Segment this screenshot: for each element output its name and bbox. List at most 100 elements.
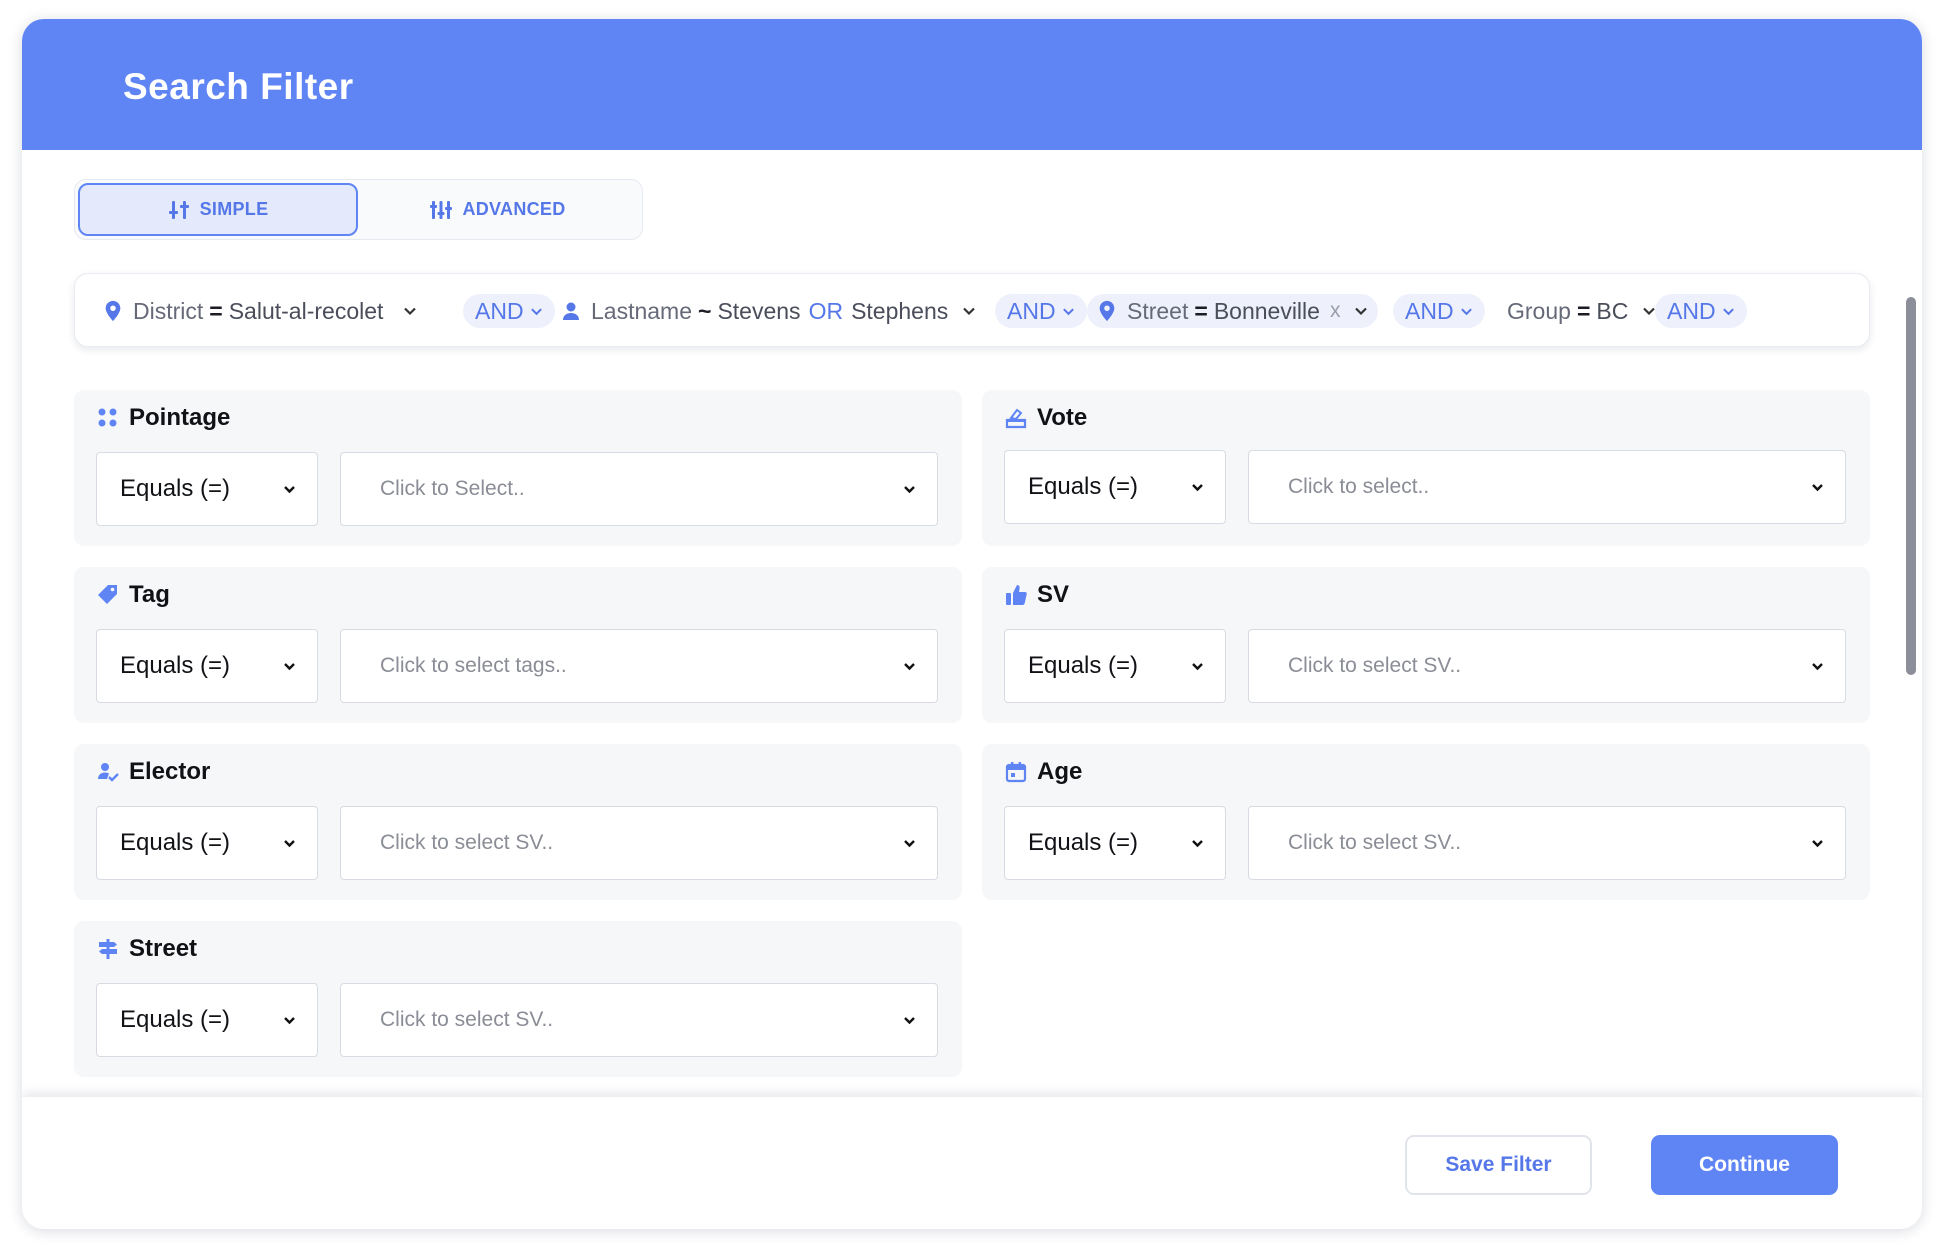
chevron-down-icon (1192, 663, 1203, 671)
signpost-icon (99, 939, 117, 959)
filter-header: Tag (97, 581, 170, 609)
tab-simple-label: SIMPLE (199, 199, 269, 219)
chevron-down-icon (530, 307, 542, 315)
chevron-down-icon (404, 307, 417, 316)
operator-value: Equals (=) (1028, 473, 1139, 500)
value-placeholder: Click to select SV.. (380, 1008, 554, 1031)
chevron-down-icon (904, 486, 915, 494)
chip-group-key: Group (1507, 297, 1571, 324)
operator-value: Equals (=) (120, 475, 231, 502)
chip-group[interactable]: Group = BC (1507, 274, 1656, 348)
chevron-down-icon (1812, 663, 1823, 671)
chip-lastname-op: ~ (698, 297, 712, 324)
filter-title: Street (129, 935, 198, 962)
chip-lastname-value-2: Stephens (851, 297, 949, 324)
value-select[interactable]: Click to select SV.. (340, 806, 938, 880)
chevron-down-icon (1722, 307, 1734, 315)
chevron-down-icon (1355, 307, 1368, 316)
filter-header: Pointage (97, 404, 230, 432)
operator-select[interactable]: Equals (=) (96, 983, 318, 1057)
filter-card-age: Age Equals (=) Click to select SV.. (982, 744, 1870, 900)
and-label: AND (1667, 297, 1716, 324)
chip-lastname-or: OR (808, 297, 844, 324)
operator-select[interactable]: Equals (=) (1004, 629, 1226, 703)
chevron-down-icon (1192, 484, 1203, 492)
value-select[interactable]: Click to select SV.. (340, 983, 938, 1057)
value-placeholder: Click to select tags.. (380, 654, 567, 677)
filter-title: Tag (129, 581, 170, 608)
filter-header: Age (1005, 758, 1082, 786)
tag-icon (98, 585, 117, 604)
active-filters-bar: District = Salut-al-recolet AND Lastname… (74, 273, 1870, 347)
filter-title: Vote (1037, 404, 1088, 431)
filter-card-pointage: Pointage Equals (=) Click to Select.. (74, 390, 962, 546)
value-select[interactable]: Click to select tags.. (340, 629, 938, 703)
save-filter-button[interactable]: Save Filter (1405, 1135, 1592, 1195)
tab-advanced-label: ADVANCED (462, 199, 566, 219)
operator-select[interactable]: Equals (=) (96, 629, 318, 703)
advanced-sliders-icon (430, 200, 453, 219)
tab-simple[interactable]: SIMPLE (78, 183, 358, 236)
chip-street-remove[interactable]: x (1330, 299, 1341, 323)
operator-select[interactable]: Equals (=) (1004, 450, 1226, 524)
value-select[interactable]: Click to Select.. (340, 452, 938, 526)
and-connector-3[interactable]: AND (1393, 294, 1485, 328)
filter-header: Vote (1005, 404, 1087, 432)
dots-grid-icon (98, 408, 117, 427)
value-placeholder: Click to Select.. (380, 477, 525, 500)
chip-district[interactable]: District = Salut-al-recolet (103, 274, 417, 348)
location-pin-icon (105, 300, 121, 322)
value-select[interactable]: Click to select SV.. (1248, 629, 1846, 703)
location-pin-icon (1099, 300, 1115, 322)
filter-header: Street (97, 935, 197, 963)
chevron-down-icon (1812, 840, 1823, 848)
and-connector-4[interactable]: AND (1655, 294, 1747, 328)
operator-value: Equals (=) (1028, 829, 1139, 856)
continue-button[interactable]: Continue (1651, 1135, 1838, 1195)
filter-title: SV (1037, 581, 1070, 608)
chevron-down-icon (284, 486, 295, 494)
scrollbar-thumb[interactable] (1906, 297, 1916, 675)
chevron-down-icon (1812, 484, 1823, 492)
filter-header: Elector (97, 758, 210, 786)
dialog-header: Search Filter (22, 19, 1922, 150)
chevron-down-icon (963, 307, 976, 316)
filter-card-street: Street Equals (=) Click to select SV.. (74, 921, 962, 1077)
value-placeholder: Click to select.. (1288, 475, 1430, 498)
operator-select[interactable]: Equals (=) (96, 806, 318, 880)
value-select[interactable]: Click to select SV.. (1248, 806, 1846, 880)
operator-select[interactable]: Equals (=) (96, 452, 318, 526)
filter-title: Age (1037, 758, 1083, 785)
chip-group-value: BC (1596, 297, 1629, 324)
value-placeholder: Click to select SV.. (380, 831, 554, 854)
operator-value: Equals (=) (120, 1006, 231, 1033)
chevron-down-icon (284, 840, 295, 848)
chip-lastname[interactable]: Lastname ~ Stevens OR Stephens (561, 274, 976, 348)
value-select[interactable]: Click to select.. (1248, 450, 1846, 524)
dialog-footer: Save Filter Continue (22, 1097, 1922, 1229)
and-label: AND (475, 297, 524, 324)
value-placeholder: Click to select SV.. (1288, 654, 1462, 677)
ballot-box-icon (1005, 408, 1027, 429)
chevron-down-icon (1460, 307, 1472, 315)
chip-district-op: = (209, 297, 223, 324)
search-filter-dialog: Search Filter SIMPLE ADVANCED District =… (22, 19, 1922, 1229)
chip-lastname-value-1: Stevens (717, 297, 801, 324)
person-icon (563, 302, 579, 320)
chevron-down-icon (1062, 307, 1074, 315)
and-connector-1[interactable]: AND (463, 294, 555, 328)
operator-select[interactable]: Equals (=) (1004, 806, 1226, 880)
chevron-down-icon (904, 663, 915, 671)
chevron-down-icon (904, 840, 915, 848)
chevron-down-icon (284, 663, 295, 671)
filter-title: Pointage (129, 404, 231, 431)
chip-group-op: = (1576, 297, 1591, 324)
and-label: AND (1405, 297, 1454, 324)
chip-street[interactable]: Street = Bonneville x (1087, 294, 1379, 328)
tab-advanced[interactable]: ADVANCED (358, 183, 638, 236)
person-check-icon (98, 763, 119, 782)
operator-value: Equals (=) (1028, 652, 1139, 679)
calendar-icon (1005, 762, 1027, 783)
mode-switch: SIMPLE ADVANCED (74, 179, 643, 240)
and-connector-2[interactable]: AND (995, 294, 1087, 328)
